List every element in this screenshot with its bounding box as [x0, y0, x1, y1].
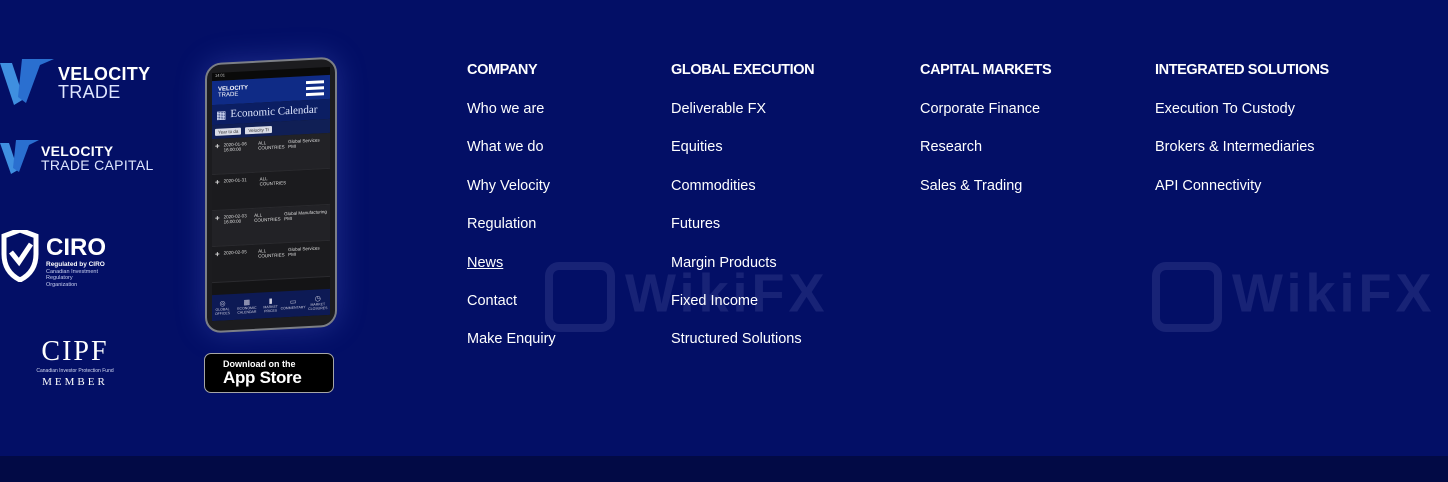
- calendar-icon: ▦: [216, 108, 227, 122]
- phone-filter-period: Year to da: [215, 127, 242, 136]
- footer-link-brokers-intermediaries[interactable]: Brokers & Intermediaries: [1155, 137, 1329, 175]
- footer-column-integrated-solutions: INTEGRATED SOLUTIONS Execution To Custod…: [1155, 60, 1329, 214]
- velocity-trade-logo[interactable]: VELOCITY TRADE: [0, 59, 150, 107]
- event-country: ALL COUNTRIES: [259, 176, 287, 187]
- watermark: WikiFX: [1152, 262, 1436, 332]
- plus-icon: +: [215, 213, 220, 223]
- phone-nav-item: ▦ ECONOMIC CALENDAR: [233, 298, 261, 315]
- event-date: 2020-02-03 16:00:00: [223, 213, 247, 225]
- logo-line2: TRADE CAPITAL: [41, 157, 154, 173]
- phone-screen-title-text: Economic Calendar: [230, 103, 318, 121]
- ciro-org-line2: Regulatory: [46, 275, 73, 282]
- event-date: 2020-01-31: [223, 177, 247, 184]
- phone-nav-item: ◷ MARKET CLOSURES: [306, 294, 330, 311]
- column-heading: GLOBAL EXECUTION: [671, 62, 815, 78]
- footer-link-structured-solutions[interactable]: Structured Solutions: [671, 329, 814, 367]
- footer-link-sales-trading[interactable]: Sales & Trading: [920, 176, 1051, 214]
- footer-bottom-bar: [0, 456, 1448, 482]
- phone-nav-label: COMMENTARY: [280, 305, 306, 311]
- footer-link-what-we-do[interactable]: What we do: [467, 137, 556, 175]
- list-item: +2020-01-31 ALL COUNTRIES: [212, 168, 330, 212]
- logo-line1: VELOCITY: [41, 143, 114, 159]
- list-item: +2020-01-06 16:00:00 ALL COUNTRIES Global …: [212, 132, 330, 176]
- cipf-title: CIPF: [41, 336, 109, 367]
- footer-link-api-connectivity[interactable]: API Connectivity: [1155, 176, 1329, 214]
- footer-link-futures[interactable]: Futures: [671, 214, 814, 252]
- column-heading: INTEGRATED SOLUTIONS: [1155, 62, 1329, 78]
- ciro-org-line3: Organization: [46, 282, 78, 289]
- list-item: +2020-02-05 ALL COUNTRIES Global Services …: [212, 240, 330, 284]
- phone-mockup-image: 14:01 VELOCITY TRADE ▦ Economic Calendar…: [205, 56, 337, 334]
- footer-column-company: COMPANY Who we are What we do Why Veloci…: [467, 60, 556, 368]
- phone-bottom-nav: ◎ GLOBAL OFFICES ▦ ECONOMIC CALENDAR ▮ MARK…: [212, 288, 330, 322]
- event-country: ALL COUNTRIES: [258, 248, 285, 259]
- watermark-shield-icon: [1152, 262, 1222, 332]
- footer-link-fixed-income[interactable]: Fixed Income: [671, 291, 814, 329]
- event-date: 2020-01-06 16:00:00: [223, 141, 247, 153]
- ciro-name: CIRO: [46, 234, 106, 261]
- phone-event-list: +2020-01-06 16:00:00 ALL COUNTRIES Global …: [212, 132, 330, 284]
- footer-column-capital-markets: CAPITAL MARKETS Corporate Finance Resear…: [920, 60, 1052, 214]
- event-date: 2020-02-05: [223, 249, 247, 256]
- ciro-org-line1: Canadian Investment: [46, 268, 98, 275]
- footer-link-commodities[interactable]: Commodities: [671, 176, 814, 214]
- footer-column-global-execution: GLOBAL EXECUTION Deliverable FX Equities…: [671, 60, 815, 368]
- ciro-badge[interactable]: CIRO Regulated by CIRO Canadian Investme…: [0, 230, 106, 289]
- footer-link-regulation[interactable]: Regulation: [467, 214, 556, 252]
- event-country: ALL COUNTRIES: [254, 212, 281, 223]
- phone-logo-line2: TRADE: [218, 91, 239, 99]
- event-name: Global Services PMI: [288, 137, 320, 150]
- footer-link-why-velocity[interactable]: Why Velocity: [467, 176, 556, 214]
- event-country: ALL COUNTRIES: [258, 140, 285, 151]
- footer-link-contact[interactable]: Contact: [467, 291, 556, 329]
- phone-nav-label: GLOBAL OFFICES: [214, 307, 231, 316]
- footer-link-execution-to-custody[interactable]: Execution To Custody: [1155, 99, 1329, 137]
- phone-app-logo: VELOCITY TRADE: [218, 85, 248, 99]
- phone-nav-item: ◎ GLOBAL OFFICES: [212, 299, 233, 316]
- phone-nav-label: ECONOMIC CALENDAR: [237, 305, 257, 315]
- logo-line1: VELOCITY: [58, 64, 151, 84]
- event-name: Global Manufacturing PMI: [284, 209, 327, 222]
- footer-link-make-enquiry[interactable]: Make Enquiry: [467, 329, 556, 367]
- velocity-trade-capital-logo[interactable]: VELOCITY TRADE CAPITAL: [0, 140, 154, 176]
- logo-line2: TRADE: [58, 82, 121, 102]
- phone-nav-label: MARKET CLOSURES: [308, 302, 328, 312]
- plus-icon: +: [215, 249, 220, 259]
- column-heading: CAPITAL MARKETS: [920, 62, 1052, 78]
- footer-link-equities[interactable]: Equities: [671, 137, 814, 175]
- plus-icon: +: [215, 177, 220, 187]
- footer-link-deliverable-fx[interactable]: Deliverable FX: [671, 99, 814, 137]
- app-store-big-text: App Store: [223, 367, 302, 387]
- event-name: Global Services PMI: [288, 245, 320, 258]
- velocity-v-icon: [0, 59, 54, 105]
- column-heading: COMPANY: [467, 62, 538, 78]
- cipf-member-badge[interactable]: CIPF Canadian Investor Protection Fund M…: [34, 336, 116, 389]
- footer-link-research[interactable]: Research: [920, 137, 1051, 175]
- cipf-member: MEMBER: [42, 376, 108, 388]
- phone-nav-item: ▮ MARKET PRICES: [261, 296, 281, 313]
- phone-filter-source: Velocity Tr: [245, 125, 273, 134]
- list-item: +2020-02-03 16:00:00 ALL COUNTRIES Global …: [212, 204, 330, 248]
- phone-nav-label: MARKET PRICES: [263, 304, 278, 314]
- menu-icon: [306, 79, 324, 96]
- ciro-regulated: Regulated by CIRO: [46, 261, 105, 268]
- phone-nav-item: ▭ COMMENTARY: [280, 297, 306, 311]
- velocity-v-icon: [0, 140, 39, 174]
- footer-link-corporate-finance[interactable]: Corporate Finance: [920, 99, 1051, 137]
- plus-icon: +: [215, 141, 220, 151]
- cipf-subtitle: Canadian Investor Protection Fund: [36, 368, 114, 374]
- footer-link-margin-products[interactable]: Margin Products: [671, 253, 814, 291]
- footer-link-who-we-are[interactable]: Who we are: [467, 99, 556, 137]
- footer-link-news[interactable]: News: [467, 253, 556, 291]
- app-store-button[interactable]: Download on the App Store: [204, 353, 334, 393]
- phone-screen: 14:01 VELOCITY TRADE ▦ Economic Calendar…: [212, 66, 330, 322]
- ciro-shield-icon: [1, 230, 39, 282]
